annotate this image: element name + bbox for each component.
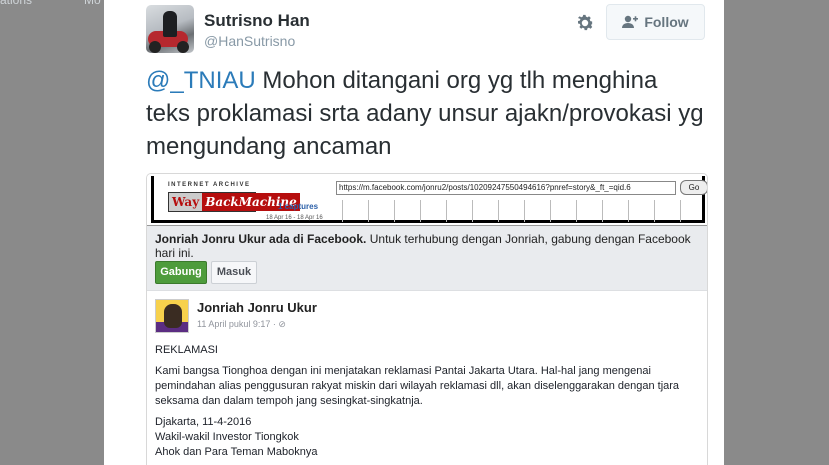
facebook-notice: Jonriah Jonru Ukur ada di Facebook. Untu… (155, 232, 705, 260)
wayback-logo-way: Way (169, 193, 203, 211)
tweet-text: @_TNIAU Mohon ditangani org yg tlh mengh… (146, 64, 706, 163)
post-body: REKLAMASI Kami bangsa Tionghoa dengan in… (155, 343, 701, 460)
background-nav-left: ations (0, 0, 33, 7)
post-paragraph: Kami bangsa Tionghoa dengan ini menjatak… (155, 365, 680, 407)
facebook-notice-bold: Jonriah Jonru Ukur ada di Facebook. (155, 232, 367, 246)
rider-shape (163, 11, 177, 37)
wayback-timeline (342, 200, 706, 222)
avatar-face-shape (164, 304, 182, 328)
post-author: Jonriah Jonru Ukur (197, 300, 317, 315)
post-title: REKLAMASI (155, 344, 218, 356)
wayback-frame: INTERNET ARCHIVE Way BackMachine https:/… (151, 176, 707, 223)
post-time: 11 April pukul 9:17 · ⊘ (197, 319, 286, 329)
wayback-toolbar: INTERNET ARCHIVE Way BackMachine https:/… (147, 174, 707, 226)
wayback-url-field: https://m.facebook.com/jonru2/posts/1020… (336, 181, 676, 195)
join-button: Gabung (155, 261, 207, 284)
tweet-media-image[interactable]: INTERNET ARCHIVE Way BackMachine https:/… (146, 173, 708, 465)
add-user-icon (622, 15, 639, 28)
wayback-logo: Way BackMachine (168, 192, 300, 212)
author-avatar[interactable] (146, 5, 194, 53)
tweet-mention[interactable]: @_TNIAU (146, 67, 256, 94)
wayback-go-button: Go (680, 180, 707, 195)
background-nav-right: Mo (84, 0, 101, 7)
wheel-shape (149, 41, 161, 53)
author-name[interactable]: Sutrisno Han (204, 11, 310, 31)
tweet-card: Sutrisno Han @HanSutrisno Follow @_TNIAU… (104, 0, 724, 465)
follow-label: Follow (644, 14, 689, 30)
wayback-captures: 1 captures (278, 202, 319, 211)
follow-button[interactable]: Follow (606, 4, 705, 40)
post-signature-2: Ahok dan Para Teman Maboknya (155, 446, 318, 458)
wayback-logo-caption: INTERNET ARCHIVE (168, 182, 251, 188)
login-button: Masuk (211, 261, 257, 284)
wayback-dates: 18 Apr 16 - 18 Apr 16 (266, 215, 323, 221)
facebook-post: Jonriah Jonru Ukur 11 April pukul 9:17 ·… (147, 290, 707, 465)
gear-icon[interactable] (574, 12, 596, 34)
post-signature-1: Wakil-wakil Investor Tiongkok (155, 431, 299, 443)
wheel-shape (177, 41, 189, 53)
post-place-date: Djakarta, 11-4-2016 (155, 416, 252, 428)
author-handle[interactable]: @HanSutrisno (204, 33, 295, 49)
post-avatar (155, 299, 189, 333)
